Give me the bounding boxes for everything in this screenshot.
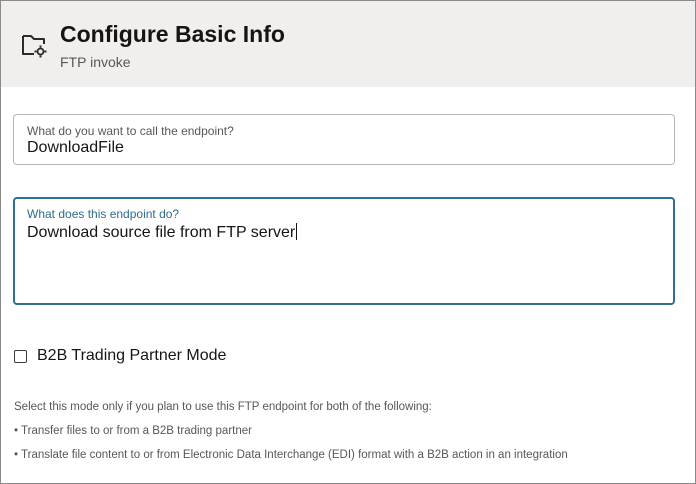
b2b-help-intro: Select this mode only if you plan to use… — [14, 401, 432, 413]
page-subtitle: FTP invoke — [60, 54, 131, 70]
b2b-mode-label[interactable]: B2B Trading Partner Mode — [37, 347, 226, 365]
endpoint-name-label: What do you want to call the endpoint? — [27, 124, 234, 138]
b2b-help-item: • Transfer files to or from a B2B tradin… — [14, 425, 252, 437]
page-title: Configure Basic Info — [60, 21, 285, 47]
endpoint-description-textarea[interactable]: Download source file from FTP server — [27, 223, 298, 242]
b2b-help-item: • Translate file content to or from Elec… — [14, 449, 568, 461]
b2b-mode-option[interactable]: B2B Trading Partner Mode — [14, 346, 226, 366]
endpoint-name-input[interactable]: DownloadFile — [27, 139, 124, 157]
configure-basic-info-panel: Configure Basic Info FTP invoke What do … — [0, 0, 696, 484]
panel-header: Configure Basic Info FTP invoke — [1, 1, 695, 87]
endpoint-name-field[interactable]: What do you want to call the endpoint? D… — [13, 114, 675, 165]
endpoint-description-label: What does this endpoint do? — [27, 207, 180, 221]
text-caret — [296, 223, 298, 240]
b2b-mode-checkbox[interactable] — [14, 349, 27, 363]
folder-gear-icon — [22, 35, 47, 58]
endpoint-description-text: Download source file from FTP server — [27, 224, 296, 241]
endpoint-description-field[interactable]: What does this endpoint do? Download sou… — [13, 197, 675, 305]
